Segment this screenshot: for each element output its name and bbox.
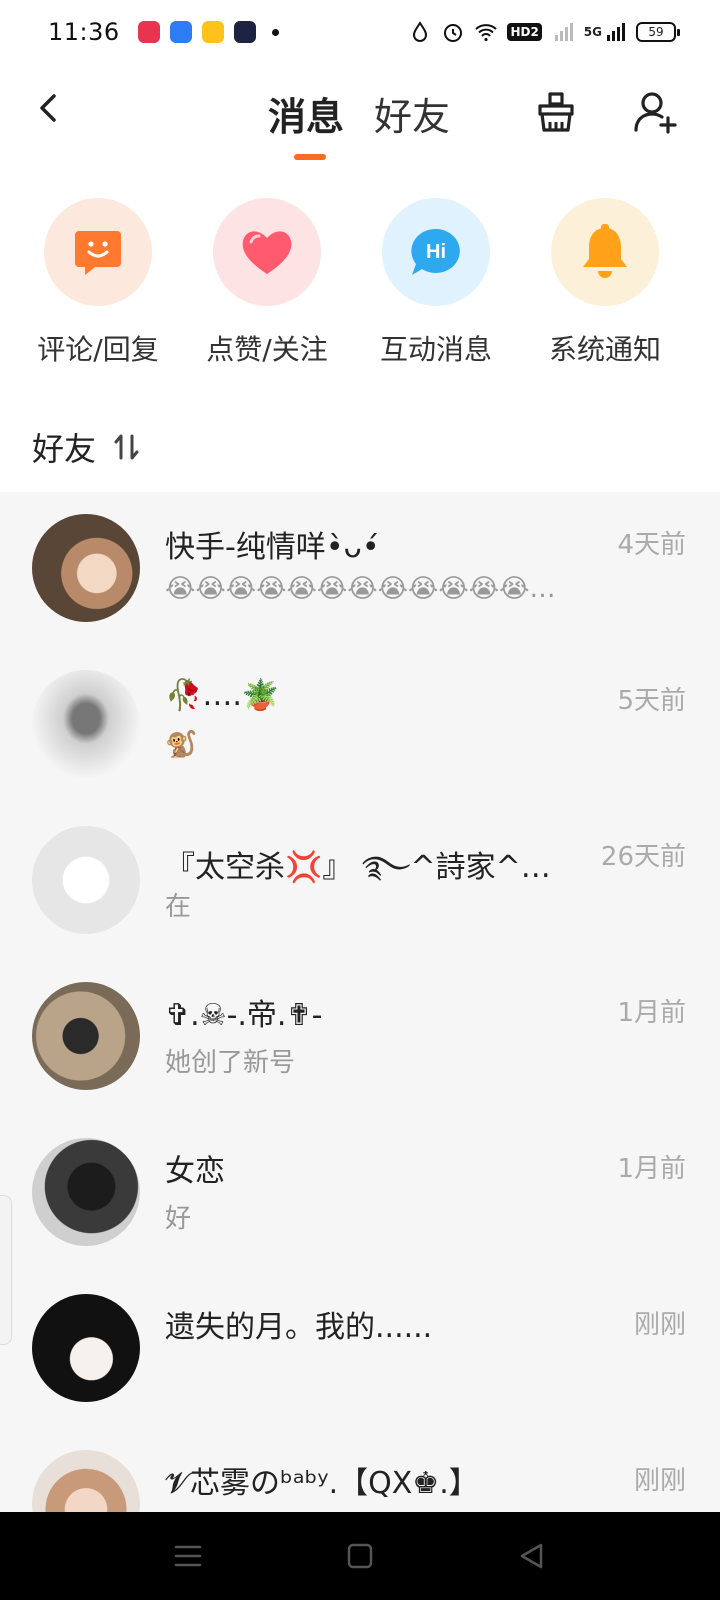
contact-name: 遗失的月。我的...... [165, 1310, 433, 1345]
conversation-list: 快手-纯情咩•̀ᴗ•́ 😭😭😭😭😭😭😭😭😭😭😭😭… 4天前 🥀….🪴 🐒 5天前… [0, 492, 720, 1512]
heart-icon [213, 198, 321, 306]
last-message: 🐒 [165, 730, 198, 760]
system-navigation-bar [0, 1512, 720, 1600]
contact-name: ✞.☠-.帝.✟- [165, 998, 323, 1033]
tab-messages[interactable]: 消息 [268, 86, 344, 141]
conversation-row[interactable]: ✞.☠-.帝.✟- 她创了新号 1月前 [0, 960, 720, 1116]
qa-likes-follows[interactable]: 点赞/关注 [187, 198, 347, 368]
conversation-row[interactable]: 女恋 好 1月前 [0, 1116, 720, 1272]
avatar[interactable] [32, 514, 140, 622]
hd-badge: HD2 [507, 23, 542, 41]
avatar[interactable] [32, 670, 140, 778]
back-icon[interactable] [514, 1538, 550, 1574]
message-time: 刚刚 [633, 1310, 686, 1340]
qa-interactions[interactable]: Hi 互动消息 [356, 198, 516, 368]
home-icon[interactable] [342, 1538, 378, 1574]
top-navigation: 消息 好友 [0, 64, 720, 174]
contact-name: 🥀….🪴 [165, 678, 280, 713]
tab-friends[interactable]: 好友 [374, 86, 450, 141]
alarm-icon [444, 24, 463, 42]
signal-icon [554, 23, 573, 41]
wifi-icon [475, 24, 498, 42]
qa-comments-replies[interactable]: 评论/回复 [18, 198, 178, 368]
friends-section-header: 好友 [32, 424, 142, 470]
edge-drawer-handle[interactable] [0, 1195, 12, 1345]
contact-name: 快手-纯情咩•̀ᴗ•́ [165, 530, 380, 565]
avatar[interactable] [32, 826, 140, 934]
status-bar: 11:36 HD2 5G 59 [0, 0, 720, 64]
hi-bubble-icon: Hi [382, 198, 490, 306]
qa-label: 系统通知 [548, 333, 661, 366]
svg-text:Hi: Hi [426, 241, 446, 263]
message-time: 26天前 [600, 842, 686, 872]
shop-app-icon [201, 21, 224, 43]
status-time: 11:36 [48, 18, 120, 46]
contact-name: 女恋 [165, 1154, 225, 1189]
message-time: 刚刚 [633, 1466, 686, 1496]
conversation-row[interactable]: 快手-纯情咩•̀ᴗ•́ 😭😭😭😭😭😭😭😭😭😭😭😭… 4天前 [0, 492, 720, 648]
menu-icon[interactable] [170, 1538, 206, 1574]
bell-icon [551, 198, 659, 306]
avatar[interactable] [32, 1294, 140, 1402]
clear-unread-icon[interactable] [532, 88, 580, 136]
active-tab-indicator [294, 154, 326, 160]
sort-icon[interactable] [112, 432, 142, 462]
message-time: 1月前 [617, 998, 686, 1028]
message-time: 1月前 [617, 1154, 686, 1184]
last-message: 好 [165, 1204, 192, 1234]
dark-app-icon [233, 21, 256, 43]
quick-actions: 评论/回复 点赞/关注 Hi 互动消息 系统通知 [0, 198, 720, 368]
message-time: 5天前 [617, 686, 686, 716]
smile-chat-icon [44, 198, 152, 306]
avatar[interactable] [32, 1450, 140, 1512]
qa-label: 互动消息 [379, 333, 492, 366]
conversation-row[interactable]: 𝓥芯雾のᵇᵃᵇʸ.【QX♚.】 刚刚 [0, 1428, 720, 1512]
qa-system-notifications[interactable]: 系统通知 [525, 198, 685, 368]
contact-name: 𝓥芯雾のᵇᵃᵇʸ.【QX♚.】 [165, 1466, 479, 1501]
contact-name: 『太空杀💢』 ࿐^詩家^… [165, 850, 551, 885]
avatar[interactable] [32, 1138, 140, 1246]
last-message: 她创了新号 [165, 1048, 296, 1078]
notification-icons [137, 21, 279, 43]
conversation-row[interactable]: 🥀….🪴 🐒 5天前 [0, 648, 720, 804]
add-friend-icon[interactable] [632, 88, 680, 136]
qa-label: 点赞/关注 [206, 333, 328, 366]
last-message: 😭😭😭😭😭😭😭😭😭😭😭😭… [165, 574, 556, 604]
conversation-row[interactable]: 『太空杀💢』 ࿐^詩家^… 在 26天前 [0, 804, 720, 960]
conversation-row[interactable]: 遗失的月。我的...... 刚刚 [0, 1272, 720, 1428]
qa-label: 评论/回复 [37, 333, 159, 366]
message-time: 4天前 [617, 530, 686, 560]
drop-icon [413, 21, 428, 42]
avatar[interactable] [32, 982, 140, 1090]
section-title: 好友 [32, 430, 97, 468]
battery-indicator: 59 [636, 22, 680, 42]
signal-strength-icon [607, 23, 625, 41]
last-message: 在 [165, 892, 192, 922]
video-app-icon [137, 21, 160, 43]
network-type: 5G [583, 25, 602, 39]
browser-app-icon [169, 21, 192, 43]
more-notifications-icon [271, 28, 279, 36]
back-arrow-icon[interactable] [28, 86, 72, 130]
